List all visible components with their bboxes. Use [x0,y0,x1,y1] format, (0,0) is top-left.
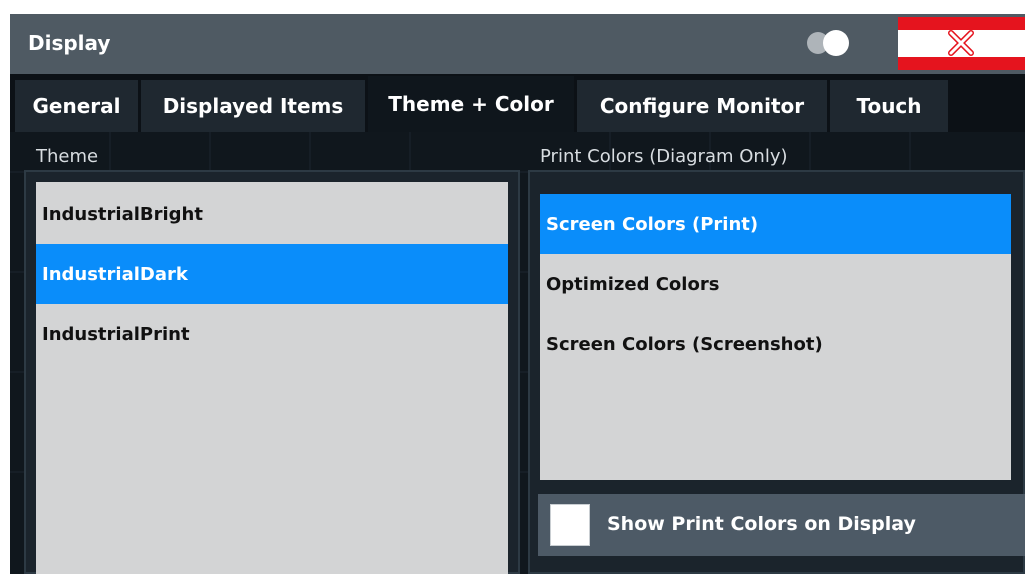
tab-label: General [32,94,121,118]
tab-general[interactable]: General [15,80,141,132]
tab-label: Touch [856,94,922,118]
tab-configure-monitor[interactable]: Configure Monitor [577,80,830,132]
print-color-item-label: Optimized Colors [546,273,720,295]
list-item[interactable]: IndustrialDark [36,244,508,304]
list-item[interactable]: Screen Colors (Screenshot) [540,314,1011,374]
toggle-icon[interactable] [807,28,855,58]
close-button[interactable] [898,17,1025,70]
dialog-title: Display [28,31,111,55]
tab-bar: General Displayed Items Theme + Color Co… [10,74,1025,132]
tab-label: Theme + Color [388,92,554,116]
list-item[interactable]: Screen Colors (Print) [540,194,1011,254]
tab-label: Configure Monitor [599,94,805,118]
theme-list[interactable]: IndustrialBright IndustrialDark Industri… [36,182,508,574]
tab-label: Displayed Items [162,94,344,118]
close-x-icon [948,30,974,56]
list-item[interactable]: IndustrialPrint [36,304,508,364]
theme-item-label: IndustrialBright [42,203,203,225]
print-color-item-label: Screen Colors (Print) [546,213,759,235]
tab-displayed-items[interactable]: Displayed Items [141,80,368,132]
print-colors-list[interactable]: Screen Colors (Print) Optimized Colors S… [540,194,1011,480]
display-dialog: Display General Displayed Items Theme + … [10,14,1025,574]
checkbox-box[interactable] [550,504,590,546]
tab-theme-color[interactable]: Theme + Color [368,76,577,132]
theme-item-label: IndustrialDark [42,263,188,285]
show-print-colors-checkbox[interactable]: Show Print Colors on Display [538,494,1025,556]
tab-touch[interactable]: Touch [830,80,951,132]
title-bar: Display [10,14,1025,74]
list-item[interactable]: Optimized Colors [540,254,1011,314]
print-color-item-label: Screen Colors (Screenshot) [546,333,823,355]
list-item[interactable]: IndustrialBright [36,184,508,244]
theme-item-label: IndustrialPrint [42,323,190,345]
show-print-colors-label: Show Print Colors on Display [607,513,916,535]
print-colors-label: Print Colors (Diagram Only) [540,146,788,167]
theme-label: Theme [36,146,99,167]
